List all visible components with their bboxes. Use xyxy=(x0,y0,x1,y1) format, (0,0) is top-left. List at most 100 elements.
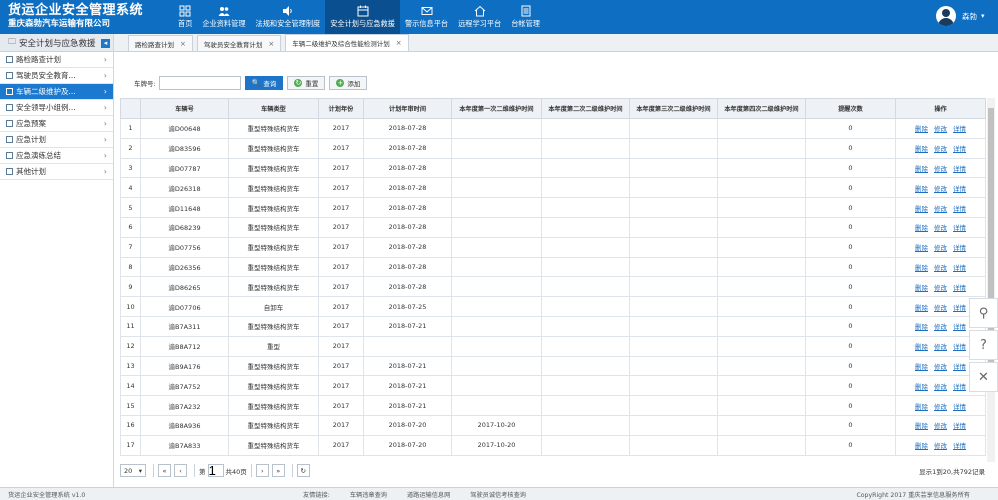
delete-link[interactable]: 删除 xyxy=(915,383,928,391)
delete-link[interactable]: 删除 xyxy=(915,165,928,173)
link-transport-info[interactable]: 道路运输信息网 xyxy=(407,490,450,499)
delete-link[interactable]: 删除 xyxy=(915,125,928,133)
float-search-button[interactable]: ⚲ xyxy=(969,298,998,328)
edit-link[interactable]: 修改 xyxy=(934,244,947,252)
detail-link[interactable]: 详情 xyxy=(953,442,966,450)
query-button[interactable]: 🔍 查询 xyxy=(244,76,284,90)
edit-link[interactable]: 修改 xyxy=(934,304,947,312)
user-menu[interactable]: 森勃 ▾ xyxy=(936,6,985,26)
edit-link[interactable]: 修改 xyxy=(934,383,947,391)
prev-page-button[interactable]: ‹ xyxy=(174,464,187,477)
nav-regulations[interactable]: 法规和安全管理制度 xyxy=(251,0,326,34)
row-actions: 删除 修改 详情 xyxy=(895,434,986,456)
detail-link[interactable]: 详情 xyxy=(953,205,966,213)
detail-link[interactable]: 详情 xyxy=(953,363,966,371)
edit-link[interactable]: 修改 xyxy=(934,224,947,232)
detail-link[interactable]: 详情 xyxy=(953,145,966,153)
float-close-button[interactable]: ✕ xyxy=(969,362,998,392)
sidebar-item-drill-summary[interactable]: 应急演练总结 › xyxy=(0,148,113,164)
close-icon[interactable]: × xyxy=(268,40,274,48)
edit-link[interactable]: 修改 xyxy=(934,185,947,193)
detail-link[interactable]: 详情 xyxy=(953,304,966,312)
float-help-button[interactable]: ? xyxy=(969,330,998,360)
table-row: 1 渝D00648 重型特殊结构货车 2017 2018-07-28 0 删除 修改 详情 xyxy=(120,118,986,139)
detail-link[interactable]: 详情 xyxy=(953,284,966,292)
collapse-sidebar-button[interactable]: ◂ xyxy=(101,39,110,48)
edit-link[interactable]: 修改 xyxy=(934,403,947,411)
close-icon[interactable]: × xyxy=(396,39,402,47)
detail-link[interactable]: 详情 xyxy=(953,403,966,411)
sidebar-item-roadcheck[interactable]: 路检路查计划 › xyxy=(0,52,113,68)
add-button[interactable]: + 添加 xyxy=(329,76,368,90)
detail-link[interactable]: 详情 xyxy=(953,224,966,232)
page-size-select[interactable]: 20 ▾ xyxy=(120,464,146,477)
detail-link[interactable]: 详情 xyxy=(953,422,966,430)
edit-link[interactable]: 修改 xyxy=(934,323,947,331)
page-number-input[interactable] xyxy=(207,464,224,477)
tab-driver-education[interactable]: 驾驶员安全教育计划 × xyxy=(196,35,282,51)
close-icon[interactable]: × xyxy=(180,40,186,48)
edit-link[interactable]: 修改 xyxy=(934,205,947,213)
sidebar-item-leadership-group[interactable]: 安全领导小组例... › xyxy=(0,100,113,116)
edit-link[interactable]: 修改 xyxy=(934,125,947,133)
edit-link[interactable]: 修改 xyxy=(934,363,947,371)
detail-link[interactable]: 详情 xyxy=(953,125,966,133)
edit-link[interactable]: 修改 xyxy=(934,442,947,450)
detail-link[interactable]: 详情 xyxy=(953,244,966,252)
vehicle-maintenance-table: 车辆号 车辆类型 计划年份 计划年审时间 本年度第一次二维维护时间 本年度第二次二级维护时… xyxy=(120,98,986,456)
chevron-right-icon: › xyxy=(103,151,107,160)
nav-ledger[interactable]: 台帐管理 xyxy=(506,0,545,34)
sidebar-item-other-plans[interactable]: 其他计划 › xyxy=(0,164,113,180)
tab-roadcheck[interactable]: 路检路查计划 × xyxy=(128,35,193,51)
delete-link[interactable]: 删除 xyxy=(915,224,928,232)
detail-link[interactable]: 详情 xyxy=(953,343,966,351)
nav-safety-plan[interactable]: 安全计划与应急救援 xyxy=(325,0,400,34)
detail-link[interactable]: 详情 xyxy=(953,264,966,272)
table-scrollbar[interactable] xyxy=(987,98,995,462)
detail-link[interactable]: 详情 xyxy=(953,165,966,173)
plate-number-input[interactable] xyxy=(158,76,241,90)
edit-link[interactable]: 修改 xyxy=(934,264,947,272)
reset-button[interactable]: ↻ 重置 xyxy=(287,76,326,90)
sidebar-item-emergency-schedule[interactable]: 应急计划 › xyxy=(0,132,113,148)
sidebar-item-driver-education[interactable]: 驾驶员安全教育... › xyxy=(0,68,113,84)
delete-link[interactable]: 删除 xyxy=(915,422,928,430)
edit-link[interactable]: 修改 xyxy=(934,145,947,153)
delete-link[interactable]: 删除 xyxy=(915,403,928,411)
table-cell xyxy=(629,137,718,159)
edit-link[interactable]: 修改 xyxy=(934,343,947,351)
delete-link[interactable]: 删除 xyxy=(915,363,928,371)
sidebar-item-vehicle-maintenance[interactable]: 车辆二级维护及... › xyxy=(0,84,113,100)
detail-link[interactable]: 详情 xyxy=(953,185,966,193)
delete-link[interactable]: 删除 xyxy=(915,343,928,351)
sidebar-item-label: 应急演练总结 xyxy=(16,151,61,160)
row-actions: 删除 修改 详情 xyxy=(895,216,986,238)
nav-remote-learning[interactable]: 远程学习平台 xyxy=(453,0,506,34)
link-violation-query[interactable]: 车辆违章查询 xyxy=(350,490,387,499)
edit-link[interactable]: 修改 xyxy=(934,422,947,430)
edit-link[interactable]: 修改 xyxy=(934,165,947,173)
first-page-button[interactable]: « xyxy=(158,464,171,477)
nav-home[interactable]: 首页 xyxy=(173,0,197,34)
delete-link[interactable]: 删除 xyxy=(915,145,928,153)
detail-link[interactable]: 详情 xyxy=(953,323,966,331)
tab-vehicle-maintenance[interactable]: 车辆二级维护及综合性能检测计划 × xyxy=(285,34,409,51)
delete-link[interactable]: 删除 xyxy=(915,205,928,213)
edit-link[interactable]: 修改 xyxy=(934,284,947,292)
delete-link[interactable]: 删除 xyxy=(915,304,928,312)
sidebar-item-emergency-plan[interactable]: 应急预案 › xyxy=(0,116,113,132)
delete-link[interactable]: 删除 xyxy=(915,442,928,450)
link-driver-credit[interactable]: 驾驶员诚信考核查询 xyxy=(470,490,526,499)
delete-link[interactable]: 删除 xyxy=(915,284,928,292)
refresh-button[interactable]: ↻ xyxy=(296,464,310,477)
delete-link[interactable]: 删除 xyxy=(915,264,928,272)
last-page-button[interactable]: » xyxy=(271,464,285,477)
nav-company-data[interactable]: 企业资料管理 xyxy=(197,0,250,34)
table-row: 8 渝D26356 重型特殊结构货车 2017 2018-07-28 0 删除 修改 详情 xyxy=(120,256,986,278)
delete-link[interactable]: 删除 xyxy=(915,323,928,331)
detail-link[interactable]: 详情 xyxy=(953,383,966,391)
nav-warning-platform[interactable]: 警示信息平台 xyxy=(400,0,453,34)
delete-link[interactable]: 删除 xyxy=(915,185,928,193)
delete-link[interactable]: 删除 xyxy=(915,244,928,252)
next-page-button[interactable]: › xyxy=(255,464,269,477)
